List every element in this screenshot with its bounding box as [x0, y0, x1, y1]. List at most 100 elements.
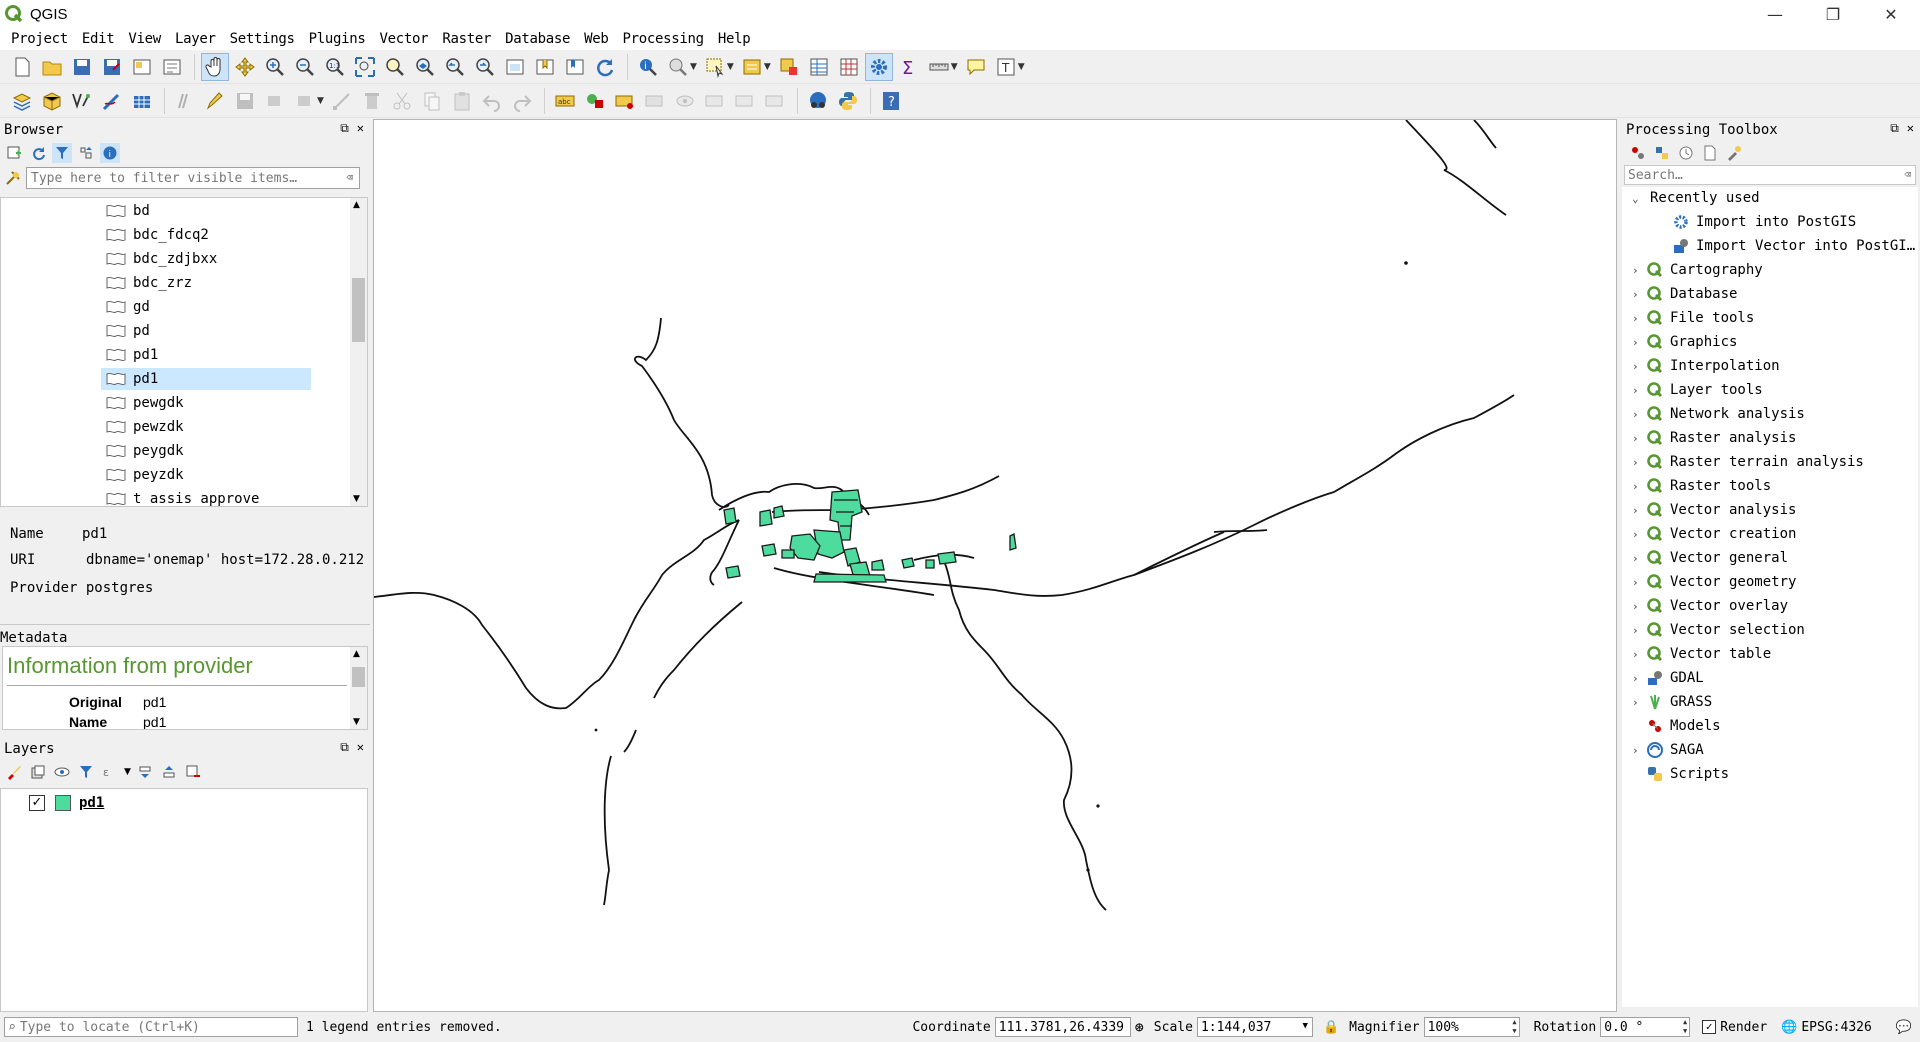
new-project-button[interactable]: [8, 53, 36, 81]
zoom-in-button[interactable]: [261, 53, 289, 81]
browser-item[interactable]: pd1: [101, 368, 311, 390]
lock-scale-icon[interactable]: 🔒: [1323, 1020, 1339, 1035]
filter-expression-button[interactable]: ε: [100, 762, 120, 782]
vertex-tool-button[interactable]: [328, 87, 356, 115]
zoom-last-button[interactable]: [441, 53, 469, 81]
add-raster-layer-button[interactable]: [98, 87, 126, 115]
toolbox-algorithm[interactable]: Import into PostGIS: [1672, 211, 1856, 233]
browser-item[interactable]: pd: [101, 320, 311, 342]
chevron-right-icon[interactable]: ›: [1632, 504, 1646, 517]
chevron-right-icon[interactable]: ›: [1632, 576, 1646, 589]
toolbox-group[interactable]: › Vector creation: [1632, 523, 1796, 545]
toolbox-group[interactable]: › Raster terrain analysis: [1632, 451, 1864, 473]
add-selected-layers-button[interactable]: [4, 143, 24, 163]
browser-item[interactable]: bdc_zdjbxx: [101, 248, 311, 270]
layout-manager-button[interactable]: [158, 53, 186, 81]
menu-edit[interactable]: Edit: [75, 31, 122, 47]
toolbox-provider[interactable]: › GDAL: [1632, 667, 1704, 689]
map-render[interactable]: [373, 119, 1618, 1013]
zoom-to-layer-button[interactable]: [411, 53, 439, 81]
browser-item[interactable]: pd1: [101, 344, 311, 366]
chevron-down-icon[interactable]: ▼: [764, 62, 771, 72]
diagram-button[interactable]: [581, 87, 609, 115]
menu-view[interactable]: View: [121, 31, 168, 47]
add-vector-layer-button[interactable]: [68, 87, 96, 115]
zoom-next-button[interactable]: [471, 53, 499, 81]
close-panel-icon[interactable]: ✕: [357, 740, 364, 755]
python-console-button[interactable]: [834, 87, 862, 115]
map-tips-button[interactable]: [962, 53, 990, 81]
toolbox-search-input[interactable]: Search… ⌫: [1624, 165, 1916, 185]
metadata-scroll-thumb[interactable]: [352, 667, 365, 687]
history-button[interactable]: [1676, 143, 1696, 163]
scroll-up-icon[interactable]: ▲: [353, 200, 360, 210]
metadata-scrollbar[interactable]: ▲ ▼: [350, 647, 367, 729]
close-window-button[interactable]: ✕: [1862, 0, 1920, 28]
identify-features-button[interactable]: i: [634, 53, 662, 81]
browser-item[interactable]: peygdk: [101, 440, 311, 462]
results-viewer-button[interactable]: [1700, 143, 1720, 163]
label-pin-button[interactable]: [611, 87, 639, 115]
label-change-button[interactable]: [761, 87, 789, 115]
browser-item[interactable]: peyzdk: [101, 464, 311, 486]
toggle-editing-button[interactable]: [201, 87, 229, 115]
zoom-out-button[interactable]: [291, 53, 319, 81]
magnifier-spinbox[interactable]: 100% ▲ ▼: [1423, 1017, 1520, 1037]
pan-map-button[interactable]: [201, 52, 229, 81]
menu-processing[interactable]: Processing: [616, 31, 711, 47]
edit-features-in-place-button[interactable]: [1724, 143, 1744, 163]
pan-to-selection-button[interactable]: [231, 53, 259, 81]
toolbox-group[interactable]: › Cartography: [1632, 259, 1763, 281]
chevron-right-icon[interactable]: ›: [1632, 672, 1646, 685]
toolbox-provider[interactable]: › GRASS: [1632, 691, 1712, 713]
text-annotation-button[interactable]: T: [992, 53, 1020, 81]
toolbox-tree[interactable]: ⌄ Recently used Import into PostGIS Import …: [1622, 187, 1918, 1007]
redo-button[interactable]: [508, 87, 536, 115]
toolbox-provider[interactable]: › SAGA: [1632, 739, 1704, 761]
chevron-right-icon[interactable]: ›: [1632, 288, 1646, 301]
layer-name[interactable]: pd1: [79, 795, 104, 811]
toolbox-group[interactable]: › Vector table: [1632, 643, 1771, 665]
new-map-view-button[interactable]: [501, 53, 529, 81]
toolbox-group[interactable]: › Database: [1632, 283, 1737, 305]
spin-arrows-icon[interactable]: ▲ ▼: [1512, 1018, 1516, 1036]
metasearch-button[interactable]: [804, 87, 832, 115]
toolbox-group[interactable]: › Vector general: [1632, 547, 1788, 569]
paste-features-button[interactable]: [448, 87, 476, 115]
menu-vector[interactable]: Vector: [373, 31, 436, 47]
menu-help[interactable]: Help: [711, 31, 758, 47]
layer-row[interactable]: ✓ pd1: [29, 793, 104, 813]
layer-symbol-swatch[interactable]: [55, 795, 71, 811]
filter-options-icon[interactable]: [4, 169, 22, 187]
layer-styling-button[interactable]: [4, 762, 24, 782]
coordinate-field[interactable]: 111.3781,26.4339: [994, 1017, 1131, 1037]
chevron-down-icon[interactable]: ▼: [951, 62, 958, 72]
toolbox-provider[interactable]: Models: [1632, 715, 1721, 737]
scale-combobox[interactable]: 1:144,037 ▼: [1196, 1017, 1313, 1037]
scroll-up-icon[interactable]: ▲: [353, 649, 360, 659]
add-feature-button[interactable]: [261, 87, 289, 115]
toolbox-group[interactable]: › Graphics: [1632, 331, 1737, 353]
label-move-button[interactable]: [701, 87, 729, 115]
browser-item[interactable]: bdc_fdcq2: [101, 224, 311, 246]
toolbox-group[interactable]: › Network analysis: [1632, 403, 1805, 425]
refresh-browser-button[interactable]: [28, 143, 48, 163]
layers-tree[interactable]: ✓ pd1: [0, 788, 368, 1012]
scroll-down-icon[interactable]: ▼: [353, 494, 360, 504]
label-rotate-button[interactable]: [731, 87, 759, 115]
field-calculator-table-button[interactable]: [835, 53, 863, 81]
add-database-layer-button[interactable]: [128, 87, 156, 115]
cut-features-button[interactable]: [388, 87, 416, 115]
browser-item[interactable]: gd: [101, 296, 311, 318]
save-as-button[interactable]: [98, 53, 126, 81]
add-group-button[interactable]: [28, 762, 48, 782]
chevron-right-icon[interactable]: ›: [1632, 528, 1646, 541]
menu-raster[interactable]: Raster: [435, 31, 498, 47]
browser-tree[interactable]: bd bdc_fdcq2 bdc_zdjbxx bdc_zrz gd pd pd1 pd1 pe…: [0, 197, 368, 507]
chevron-right-icon[interactable]: ›: [1632, 408, 1646, 421]
models-button[interactable]: [1628, 143, 1648, 163]
toolbox-group-recent[interactable]: ⌄ Recently used: [1632, 187, 1760, 209]
save-project-button[interactable]: [68, 53, 96, 81]
toolbox-group[interactable]: › Vector overlay: [1632, 595, 1788, 617]
chevron-down-icon[interactable]: ▼: [124, 767, 131, 777]
